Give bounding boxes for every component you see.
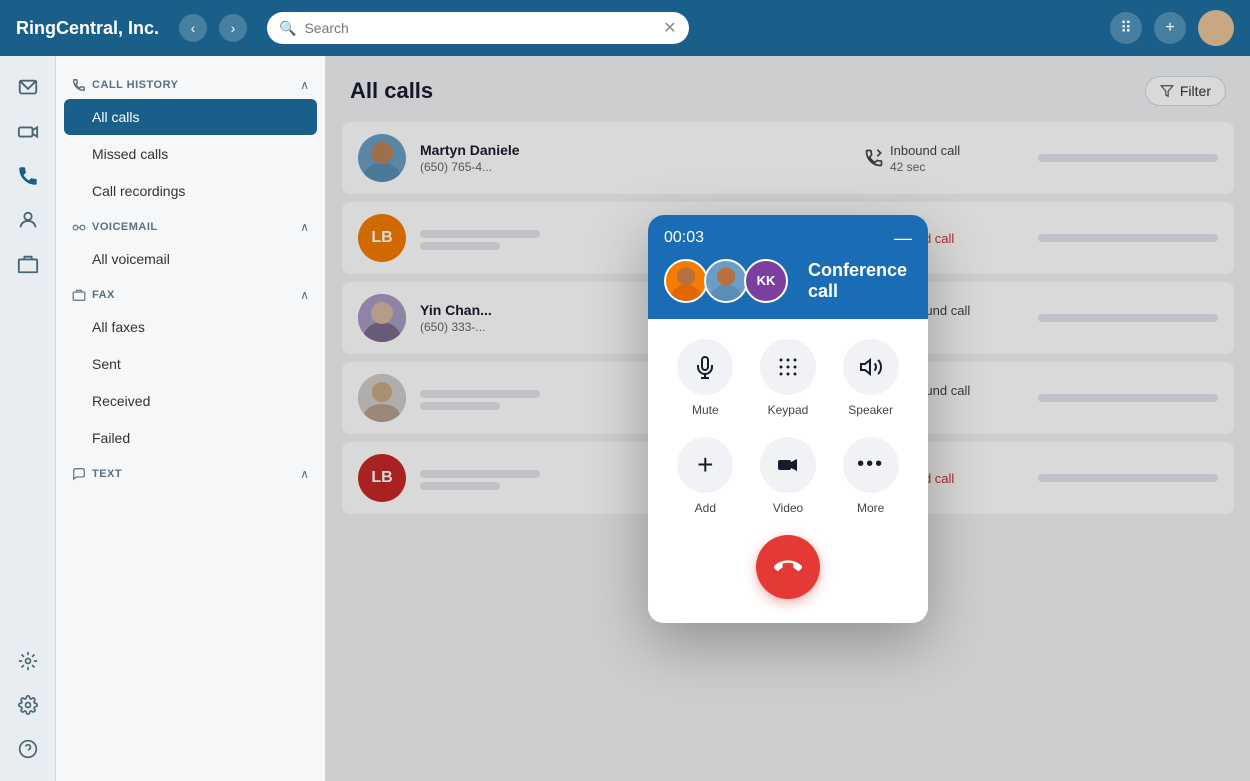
speaker-button[interactable]: Speaker [843,339,899,417]
call-controls-row-2: + Add Video ••• More [664,437,912,515]
mute-label: Mute [692,403,719,417]
search-icon: 🔍 [279,20,296,37]
sidebar-item-settings[interactable] [8,685,48,725]
voicemail-title: VOICEMAIL [72,220,158,234]
apps-grid-button[interactable]: ⠿ [1110,12,1142,44]
call-history-title: CALL HISTORY [72,78,178,92]
speaker-label: Speaker [848,403,893,417]
conference-avatar-1 [664,259,708,303]
text-title: TEXT [72,467,122,481]
mute-icon [677,339,733,395]
topbar-right: ⠿ + [1110,10,1234,46]
topbar: RingCentral, Inc. ‹ › 🔍 ✕ ⠿ + [0,0,1250,56]
call-history-chevron: ∧ [300,78,309,92]
minimize-button[interactable]: — [894,229,912,247]
voicemail-section-header[interactable]: VOICEMAIL ∧ [56,210,325,240]
text-chevron: ∧ [300,467,309,481]
keypad-icon [760,339,816,395]
conference-avatar-3: KK [744,259,788,303]
add-button[interactable]: + Add [677,437,733,515]
icon-sidebar-bottom [8,641,48,769]
sidebar-item-extensions[interactable] [8,641,48,681]
nav-item-all-voicemail[interactable]: All voicemail [64,241,317,277]
nav-back-button[interactable]: ‹ [179,14,207,42]
keypad-label: Keypad [768,403,809,417]
icon-sidebar [0,56,56,781]
app-logo: RingCentral, Inc. [16,18,159,39]
nav-item-sent[interactable]: Sent [64,346,317,382]
nav-item-call-recordings[interactable]: Call recordings [64,173,317,209]
content-area: All calls Filter Martyn Daniele (650) 76… [326,56,1250,781]
voicemail-chevron: ∧ [300,220,309,234]
call-modal-body: Mute Keypad Speaker [648,319,928,623]
add-button[interactable]: + [1154,12,1186,44]
nav-forward-button[interactable]: › [219,14,247,42]
text-section-header[interactable]: TEXT ∧ [56,457,325,487]
nav-item-received[interactable]: Received [64,383,317,419]
call-modal: 00:03 — KK Conference call [648,215,928,623]
speaker-icon [843,339,899,395]
video-label: Video [773,501,803,515]
nav-sidebar: CALL HISTORY ∧ All calls Missed calls Ca… [56,56,326,781]
call-timer: 00:03 [664,229,912,247]
call-modal-overlay: 00:03 — KK Conference call [326,56,1250,781]
sidebar-item-contacts[interactable] [8,200,48,240]
call-history-section-header[interactable]: CALL HISTORY ∧ [56,68,325,98]
search-input[interactable] [304,20,655,36]
call-controls-row-1: Mute Keypad Speaker [664,339,912,417]
fax-title: FAX [72,288,115,302]
fax-section-header[interactable]: FAX ∧ [56,278,325,308]
conference-call-label: Conference call [808,260,912,302]
conference-avatar-2 [704,259,748,303]
fax-chevron: ∧ [300,288,309,302]
end-call-button[interactable] [756,535,820,599]
more-label: More [857,501,884,515]
sidebar-item-help[interactable] [8,729,48,769]
conference-avatars: KK Conference call [664,259,912,303]
video-button[interactable]: Video [760,437,816,515]
user-avatar[interactable] [1198,10,1234,46]
more-button[interactable]: ••• More [843,437,899,515]
add-label: Add [695,501,716,515]
nav-item-all-calls[interactable]: All calls [64,99,317,135]
keypad-button[interactable]: Keypad [760,339,816,417]
mute-button[interactable]: Mute [677,339,733,417]
call-modal-header: 00:03 — KK Conference call [648,215,928,319]
nav-item-failed[interactable]: Failed [64,420,317,456]
search-bar: 🔍 ✕ [267,12,689,44]
sidebar-item-phone[interactable] [8,156,48,196]
nav-item-all-faxes[interactable]: All faxes [64,309,317,345]
sidebar-item-fax[interactable] [8,244,48,284]
search-clear-icon[interactable]: ✕ [663,18,676,38]
sidebar-item-messages[interactable] [8,68,48,108]
nav-item-missed-calls[interactable]: Missed calls [64,136,317,172]
add-icon: + [677,437,733,493]
call-end-row [664,535,912,599]
video-icon [760,437,816,493]
main-layout: CALL HISTORY ∧ All calls Missed calls Ca… [0,56,1250,781]
more-icon: ••• [843,437,899,493]
sidebar-item-video[interactable] [8,112,48,152]
